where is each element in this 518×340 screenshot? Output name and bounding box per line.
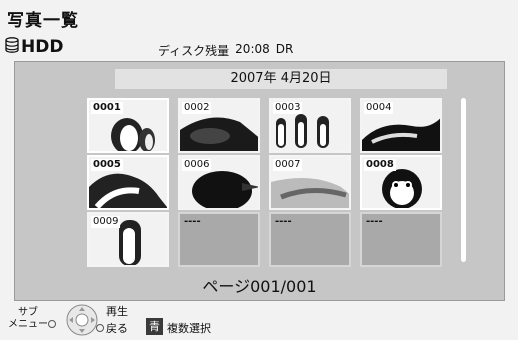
source-indicator: HDD bbox=[5, 37, 63, 57]
thumbnail-number: 0009 bbox=[91, 216, 121, 228]
photo-thumbnail[interactable]: 0004 bbox=[360, 98, 442, 153]
photo-thumbnail[interactable]: 0003 bbox=[269, 98, 351, 153]
photo-thumbnail[interactable]: 0009 bbox=[87, 212, 169, 267]
thumbnail-number: 0004 bbox=[364, 102, 394, 114]
photo-thumbnail[interactable]: 0008 bbox=[360, 155, 442, 210]
photo-thumbnail[interactable]: 0005 bbox=[87, 155, 169, 210]
photo-list-panel: 2007年 4月20日 0001 0002 0003 0004 0005 0006 0007… bbox=[14, 61, 505, 301]
page-indicator: ページ001/001 bbox=[202, 277, 317, 296]
disk-remaining: ディスク残量 20:08 DR bbox=[158, 42, 293, 59]
multi-select-guide: 複数選択 bbox=[167, 322, 211, 335]
circle-icon bbox=[48, 320, 56, 328]
date-label: 2007年 4月20日 bbox=[115, 69, 447, 89]
photo-thumbnail[interactable]: ---- bbox=[269, 212, 351, 267]
play-guide: 再生 bbox=[106, 305, 128, 318]
circle-icon bbox=[96, 324, 104, 332]
disk-label: ディスク残量 bbox=[158, 44, 230, 58]
thumbnail-number: 0002 bbox=[182, 102, 212, 114]
photo-thumbnail[interactable]: 0006 bbox=[178, 155, 260, 210]
photo-thumbnail[interactable]: ---- bbox=[360, 212, 442, 267]
thumbnail-number: 0001 bbox=[91, 102, 123, 114]
disk-time: 20:08 bbox=[235, 42, 270, 56]
thumbnail-number: 0007 bbox=[273, 159, 303, 171]
photo-thumbnail[interactable]: 0002 bbox=[178, 98, 260, 153]
sub-menu-line2: メニュー bbox=[8, 319, 56, 331]
thumbnail-number: 0006 bbox=[182, 159, 212, 171]
source-label: HDD bbox=[21, 37, 64, 57]
dpad-icon bbox=[66, 304, 98, 336]
photo-thumbnail[interactable]: 0001 bbox=[87, 98, 169, 153]
scrollbar[interactable] bbox=[461, 98, 466, 262]
screen-title: 写真一覧 bbox=[7, 11, 79, 31]
thumbnail-number: 0003 bbox=[273, 102, 303, 114]
hdd-icon bbox=[5, 37, 19, 57]
thumbnail-number: 0005 bbox=[91, 159, 123, 171]
photo-thumbnail[interactable]: ---- bbox=[178, 212, 260, 267]
thumbnail-number: ---- bbox=[184, 216, 201, 227]
blue-key: 青 bbox=[146, 318, 163, 335]
disk-mode: DR bbox=[275, 42, 294, 56]
thumbnail-number: ---- bbox=[366, 216, 383, 227]
footer-guide: サブ メニュー 再生 戻る 青 複数選択 bbox=[0, 300, 518, 340]
photo-thumbnail[interactable]: 0007 bbox=[269, 155, 351, 210]
back-guide: 戻る bbox=[96, 320, 128, 336]
sub-menu-line1: サブ bbox=[18, 307, 38, 318]
thumbnail-number: 0008 bbox=[364, 159, 396, 171]
thumbnail-number: ---- bbox=[275, 216, 292, 227]
sub-menu-guide: サブ メニュー bbox=[8, 307, 56, 331]
